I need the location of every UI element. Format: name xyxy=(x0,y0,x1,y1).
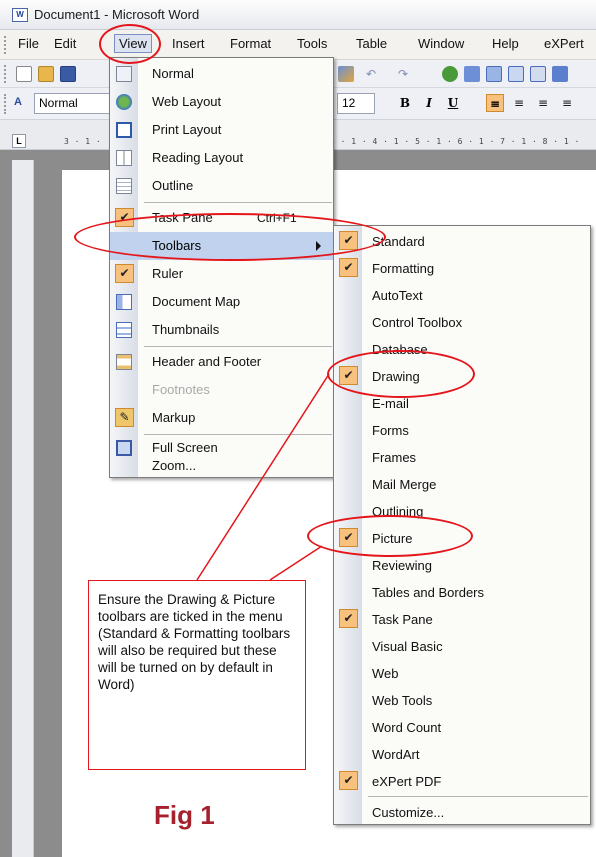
connector-line-drawing xyxy=(196,373,330,581)
instruction-callout: Ensure the Drawing & Picture toolbars ar… xyxy=(88,580,306,770)
figure-label: Fig 1 xyxy=(154,800,215,830)
connector-line-picture xyxy=(269,545,323,581)
